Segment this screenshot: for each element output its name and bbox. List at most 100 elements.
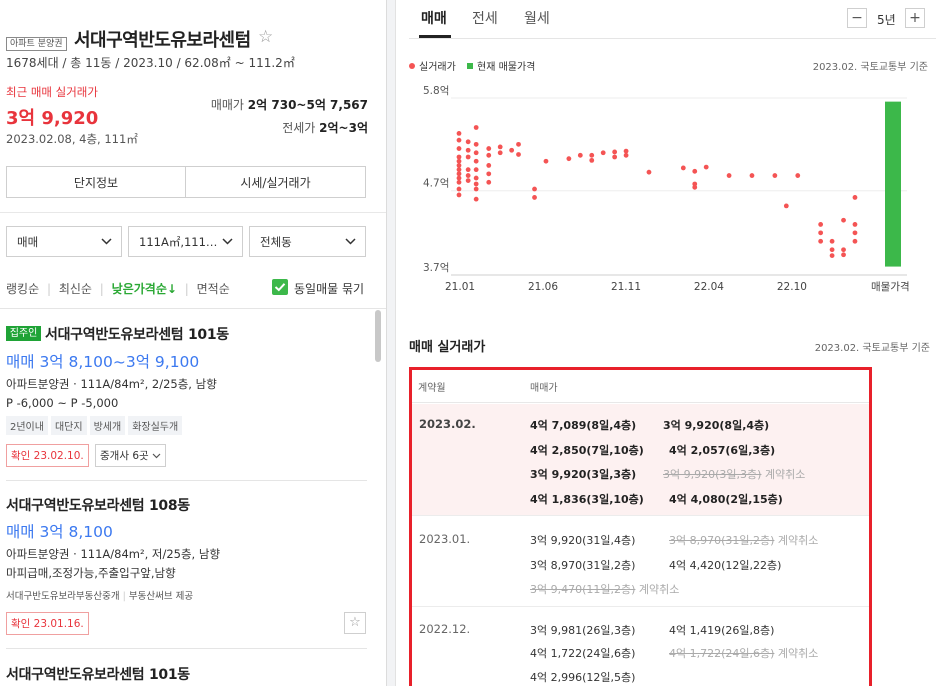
divider [6, 480, 367, 481]
type-badge: 아파트 분양권 [6, 31, 67, 51]
sort-separator: | [99, 282, 104, 296]
chart-source: 2023.02. 국토교통부 기준 [812, 62, 928, 73]
period-plus-button[interactable]: + [905, 8, 925, 28]
listing-description: 마피급매,조정가능,주출입구앞,남향 [6, 566, 176, 580]
complex-title: 서대구역반도유보라센텀 [74, 30, 251, 51]
sort-separator: | [184, 282, 189, 296]
panel-divider [387, 0, 396, 686]
area-select[interactable]: 111A㎡,111… [128, 226, 243, 257]
trade-type-select[interactable]: 매매 [6, 226, 122, 257]
data-point [456, 167, 462, 173]
table-title: 매매 실거래가 [409, 340, 486, 355]
listing-title[interactable]: 서대구역반도유보라센텀 101동 [45, 324, 229, 344]
listing-tags: 2년이내 대단지 방세개 화장실두개 [6, 415, 185, 435]
sort-bar: 랭킹순 | 최신순 | 낮은가격순↓ | 면적순 [6, 280, 230, 297]
price-panel: 매매 전세 월세 − 5년 + 실거래가 현재 매물가격 2023.02. 국토… [397, 0, 936, 686]
trade-entry: 3억 8,970(31일,2층) [530, 559, 636, 572]
cancelled-entry: 3억 9,920(3일,3층) 계약취소 [663, 468, 806, 481]
sort-separator: | [46, 282, 51, 296]
star-icon[interactable]: ☆ [258, 27, 273, 47]
x-tick-label: 22.10 [777, 281, 807, 293]
listing-title[interactable]: 서대구역반도유보라센텀 101동 [6, 664, 190, 684]
sale-range: 매매가 2억 730~5억 7,567 [210, 98, 368, 112]
data-point [566, 156, 572, 162]
data-point [612, 154, 618, 160]
trade-entry: 3억 9,920(3일,3층) [530, 468, 637, 481]
data-point [473, 150, 479, 156]
data-point [795, 173, 801, 178]
period-minus-button[interactable]: − [847, 8, 867, 28]
data-point [516, 141, 521, 147]
tab-monthly[interactable]: 월세 [524, 8, 550, 28]
owner-badge: 집주인 [6, 326, 41, 341]
listing-title[interactable]: 서대구역반도유보라센텀 108동 [6, 495, 190, 515]
sort-low-price[interactable]: 낮은가격순↓ [112, 282, 177, 296]
divider [0, 308, 386, 309]
trade-entry: 4억 7,089(8일,4층) [530, 419, 637, 432]
chevron-down-icon [152, 453, 161, 459]
building-select[interactable]: 전체동 [249, 226, 366, 257]
data-point [456, 192, 462, 198]
table-row: 2022.12. 3억 9,981(26일,3층) 4억 1,419(26일,8… [412, 608, 869, 686]
data-point [456, 137, 462, 143]
tag: 화장실두개 [128, 416, 183, 435]
data-point [456, 146, 462, 151]
tab-jeonse[interactable]: 전세 [472, 8, 498, 28]
data-point [473, 141, 479, 147]
price-history-button[interactable]: 시세/실거래가 [185, 166, 366, 198]
data-point [829, 238, 835, 244]
data-point [465, 167, 471, 173]
row-month: 2023.02. [419, 417, 476, 431]
trade-entry: 4억 2,057(6일,3층) [669, 444, 776, 457]
data-point [465, 178, 471, 183]
scrollbar-thumb[interactable] [375, 310, 381, 362]
data-point [456, 186, 462, 192]
tag: 2년이내 [6, 416, 48, 435]
data-point [486, 171, 492, 177]
complex-details: 1678세대 / 총 11동 / 2023.10 / 62.08㎡ ~ 111.… [6, 56, 295, 70]
sort-latest[interactable]: 최신순 [59, 282, 92, 296]
trade-entry: 4억 4,080(2일,15층) [669, 493, 783, 506]
data-point [692, 184, 698, 190]
data-point [589, 157, 595, 163]
data-point [703, 164, 709, 170]
divider [6, 648, 367, 649]
data-point [473, 181, 479, 187]
divider [0, 212, 386, 213]
complex-info-button[interactable]: 단지정보 [6, 166, 186, 198]
group-checkbox[interactable] [272, 279, 288, 295]
sort-area[interactable]: 면적순 [197, 282, 230, 296]
check-icon [274, 283, 286, 292]
listing-price-bar [885, 101, 901, 267]
agents-dropdown[interactable]: 중개사 6곳 [95, 444, 167, 467]
tag: 대단지 [50, 416, 87, 435]
legend-square-icon [467, 63, 473, 69]
group-checkbox-label: 동일매물 묶기 [294, 282, 365, 296]
star-icon[interactable]: ☆ [344, 612, 366, 634]
trade-entry: 4억 4,420(12일,22층) [669, 559, 782, 572]
data-point [852, 222, 858, 227]
data-point [456, 158, 462, 164]
data-point [829, 247, 835, 253]
chart-legend: 실거래가 현재 매물가격 [409, 58, 535, 73]
data-point [623, 152, 629, 158]
trade-entry: 4억 1,419(26일,8층) [669, 624, 775, 637]
confirm-date-badge: 확인 23.01.16. [6, 612, 89, 635]
trade-entry: 4억 2,996(12일,5층) [530, 671, 636, 684]
data-point [543, 158, 549, 164]
sort-ranking[interactable]: 랭킹순 [6, 282, 39, 296]
data-point [465, 139, 471, 145]
data-point [473, 186, 479, 192]
data-point [456, 179, 462, 185]
trade-entry: 3억 9,920(31일,4층) [530, 534, 636, 547]
col-month-header: 계약월 [418, 383, 446, 394]
data-point [473, 175, 479, 181]
chevron-down-icon [101, 238, 112, 245]
listing-agent: 서대구반도유보라부동산중개 | 부동산써브 제공 [6, 591, 194, 602]
period-value: 5년 [877, 13, 896, 27]
tag: 방세개 [89, 416, 126, 435]
listing-spec: 아파트분양권 · 111A/84m², 저/25층, 남향 [6, 547, 221, 561]
data-point [456, 131, 462, 136]
tab-sale[interactable]: 매매 [421, 8, 447, 28]
data-point [600, 150, 606, 156]
